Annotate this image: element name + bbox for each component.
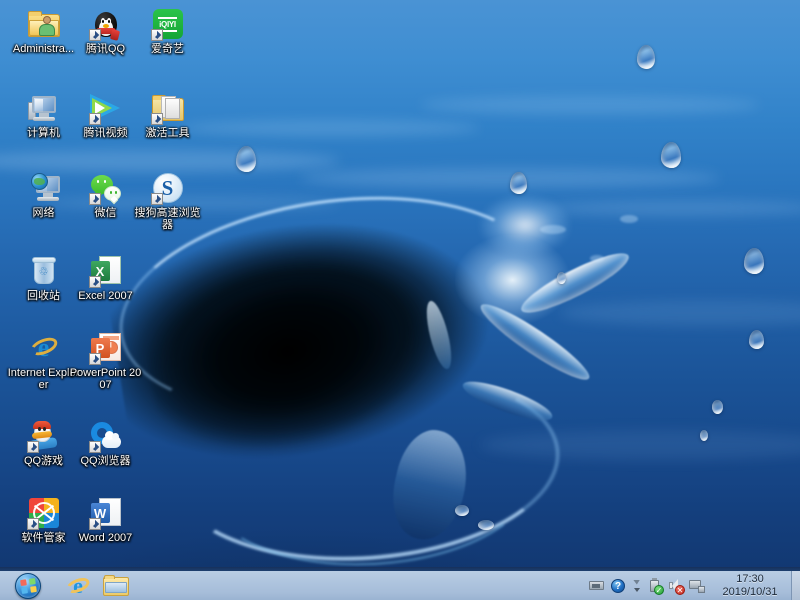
shortcut-arrow-icon	[88, 193, 101, 205]
clock-time: 17:30	[736, 572, 764, 585]
computer-icon	[27, 92, 60, 124]
desktop-icon-label: 爱奇艺	[151, 43, 184, 55]
quick-launch-bar: e	[64, 573, 129, 599]
network-globe-icon	[28, 172, 60, 204]
usb-device-icon[interactable]: ✓	[647, 577, 664, 595]
folder-open-icon	[150, 92, 184, 125]
shortcut-arrow-icon	[88, 29, 101, 41]
start-button[interactable]	[1, 572, 55, 600]
recycle-bin-icon: ♲	[28, 255, 60, 287]
tray-icon-group: ? ✓ ✕	[585, 577, 709, 595]
shortcut-arrow-icon	[26, 441, 39, 453]
word-icon: W	[88, 497, 122, 530]
chevron-up-icon[interactable]	[631, 578, 642, 594]
shortcut-arrow-icon	[88, 276, 101, 288]
shortcut-arrow-icon	[150, 193, 163, 205]
user-folder-icon	[27, 8, 60, 40]
help-glyph: ?	[611, 578, 625, 593]
speaker-muted-icon[interactable]: ✕	[668, 578, 685, 595]
desktop-icon-iqiyi[interactable]: iQIYI 爱奇艺	[130, 8, 205, 55]
desktop-icon-label: QQ浏览器	[80, 455, 131, 467]
shortcut-arrow-icon	[88, 353, 101, 365]
desktop-icon-qq-browser[interactable]: QQ浏览器	[68, 420, 143, 467]
wechat-icon	[88, 172, 122, 205]
sogou-browser-icon: S	[150, 172, 184, 205]
taskbar-clock[interactable]: 17:30 2019/10/31	[709, 571, 791, 600]
iqiyi-icon: iQIYI	[150, 8, 184, 41]
powerpoint-icon: P	[88, 332, 122, 365]
qq-browser-icon	[88, 420, 122, 453]
excel-icon: X	[88, 255, 122, 288]
windows-start-orb-icon	[15, 572, 41, 599]
shortcut-arrow-icon	[88, 441, 101, 453]
desktop-icon-label: Excel 2007	[78, 290, 133, 302]
internet-explorer-icon: e	[27, 332, 60, 364]
system-tray: ? ✓ ✕ 17:30 2019/10/31	[585, 570, 800, 600]
internet-explorer-icon: e	[64, 574, 92, 598]
mute-badge: ✕	[675, 584, 685, 595]
device-monitor-icon[interactable]	[589, 578, 605, 594]
shortcut-arrow-icon	[150, 29, 163, 41]
desktop-icon-excel-2007[interactable]: X Excel 2007	[68, 255, 143, 302]
desktop-icon-label: 激活工具	[145, 127, 190, 139]
desktop-icon-grid: Administra... 腾讯QQ iQIYI 爱奇艺 计算机 腾讯视频 激活…	[0, 0, 800, 570]
shortcut-arrow-icon	[26, 518, 39, 530]
desktop-icon-powerpoint-2007[interactable]: P PowerPoint 2007	[68, 332, 143, 391]
desktop-icon-label: 搜狗高速浏览器	[134, 207, 201, 231]
shortcut-arrow-icon	[150, 113, 163, 125]
tencent-video-icon	[88, 92, 122, 125]
taskbar-item-internet-explorer[interactable]: e	[64, 573, 92, 599]
desktop-icon-sogou-browser[interactable]: S 搜狗高速浏览器	[130, 172, 205, 231]
show-desktop-button[interactable]	[791, 570, 800, 600]
qq-game-icon	[26, 420, 60, 453]
desktop-icon-word-2007[interactable]: W Word 2007	[68, 497, 143, 544]
clock-date: 2019/10/31	[722, 585, 778, 598]
help-circle-icon[interactable]: ?	[610, 578, 626, 594]
taskbar[interactable]: e ? ✓ ✕ 17:30 2019/10/31	[0, 567, 800, 600]
qq-penguin-icon	[88, 8, 122, 41]
desktop-icon-label: Word 2007	[78, 532, 133, 544]
taskbar-item-windows-explorer[interactable]	[103, 573, 129, 599]
network-connection-icon[interactable]	[689, 578, 705, 594]
desktop-icon-activation-tool[interactable]: 激活工具	[130, 92, 205, 139]
desktop-icon-label: PowerPoint 2007	[69, 367, 142, 391]
usb-ok-badge: ✓	[654, 584, 664, 595]
shortcut-arrow-icon	[88, 113, 101, 125]
shortcut-arrow-icon	[88, 518, 101, 530]
windows-explorer-icon	[103, 574, 129, 597]
software-manager-icon	[26, 497, 60, 530]
